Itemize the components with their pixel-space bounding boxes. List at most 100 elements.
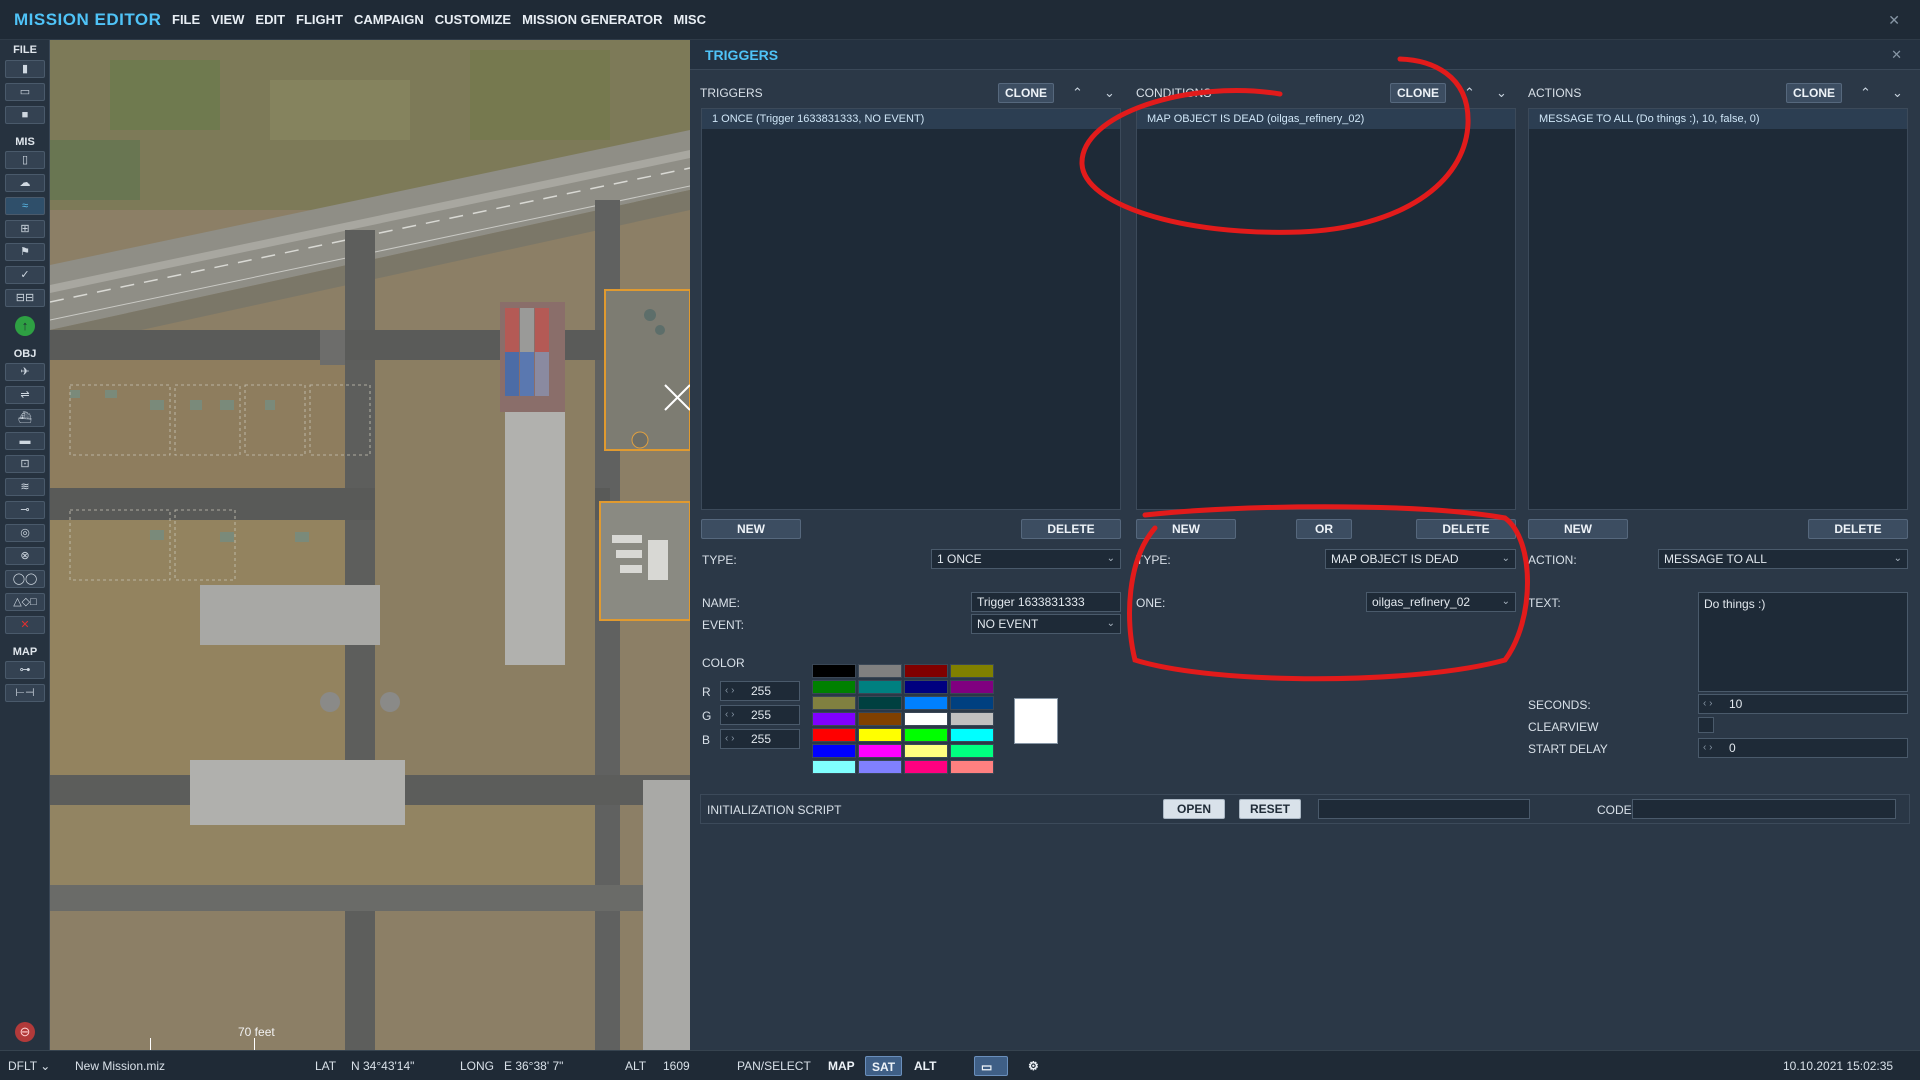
action-text-field[interactable]: Do things :) bbox=[1698, 592, 1908, 692]
menu-mission-generator[interactable]: MISSION GENERATOR bbox=[522, 12, 662, 27]
color-swatch[interactable] bbox=[950, 664, 994, 678]
exit-icon[interactable]: ⊖ bbox=[15, 1022, 35, 1042]
menu-campaign[interactable]: CAMPAIGN bbox=[354, 12, 424, 27]
color-swatch[interactable] bbox=[950, 760, 994, 774]
condition-new-button[interactable]: NEW bbox=[1136, 519, 1236, 539]
color-swatch[interactable] bbox=[812, 696, 856, 710]
trigger-delete-button[interactable]: DELETE bbox=[1021, 519, 1121, 539]
init-script-reset-button[interactable]: RESET bbox=[1239, 799, 1301, 819]
color-swatch[interactable] bbox=[812, 728, 856, 742]
color-swatch[interactable] bbox=[858, 680, 902, 694]
open-mission-icon[interactable]: ▭ bbox=[5, 83, 45, 101]
color-swatch[interactable] bbox=[950, 744, 994, 758]
road-icon[interactable]: ≋ bbox=[5, 478, 45, 496]
list-item[interactable]: 1 ONCE (Trigger 1633831333, NO EVENT) bbox=[702, 109, 1120, 129]
profile-dropdown[interactable]: DFLT ⌄ bbox=[8, 1059, 50, 1073]
condition-delete-button[interactable]: DELETE bbox=[1416, 519, 1516, 539]
trigger-zone-icon[interactable]: ◎ bbox=[5, 524, 45, 542]
window-close-icon[interactable]: ✕ bbox=[1888, 12, 1900, 29]
chain-icon[interactable]: ⊟⊟ bbox=[5, 289, 45, 307]
triggers-clone-button[interactable]: CLONE bbox=[998, 83, 1054, 103]
weather-icon[interactable]: ☁ bbox=[5, 174, 45, 192]
actions-move-up-icon[interactable]: ⌃ bbox=[1860, 85, 1871, 101]
action-new-button[interactable]: NEW bbox=[1528, 519, 1628, 539]
menu-edit[interactable]: EDIT bbox=[255, 12, 285, 27]
action-seconds-stepper[interactable]: ‹ › 10 bbox=[1698, 694, 1908, 714]
color-swatch[interactable] bbox=[904, 664, 948, 678]
nav-point-icon[interactable]: ⊸ bbox=[5, 501, 45, 519]
map-view-button[interactable]: MAP bbox=[822, 1056, 861, 1076]
list-item[interactable]: MESSAGE TO ALL (Do things :), 10, false,… bbox=[1529, 109, 1907, 129]
save-mission-icon[interactable]: ■ bbox=[5, 106, 45, 124]
helicopter-icon[interactable]: ⇌ bbox=[5, 386, 45, 404]
color-swatch[interactable] bbox=[858, 728, 902, 742]
map-view[interactable]: 70 feet bbox=[50, 40, 690, 1050]
briefing-icon[interactable]: ▯ bbox=[5, 151, 45, 169]
menu-view[interactable]: VIEW bbox=[211, 12, 244, 27]
draw-shapes-icon[interactable]: △◇□ bbox=[5, 593, 45, 611]
color-swatch[interactable] bbox=[904, 712, 948, 726]
flag-icon[interactable]: ⚑ bbox=[5, 243, 45, 261]
vehicle-icon[interactable]: ▬ bbox=[5, 432, 45, 450]
color-swatch[interactable] bbox=[858, 760, 902, 774]
init-code-field[interactable] bbox=[1632, 799, 1896, 819]
arrow-up-icon[interactable]: ↑ bbox=[15, 316, 35, 336]
conditions-move-up-icon[interactable]: ⌃ bbox=[1464, 85, 1475, 101]
stepper-arrows-icon[interactable]: ‹ › bbox=[725, 730, 734, 748]
stepper-arrows-icon[interactable]: ‹ › bbox=[725, 682, 734, 700]
check-icon[interactable]: ✓ bbox=[5, 266, 45, 284]
stepper-arrows-icon[interactable]: ‹ › bbox=[1703, 739, 1712, 757]
zone-icon[interactable]: ⊗ bbox=[5, 547, 45, 565]
color-swatch[interactable] bbox=[858, 712, 902, 726]
color-swatch[interactable] bbox=[858, 744, 902, 758]
color-swatch[interactable] bbox=[950, 712, 994, 726]
static-object-icon[interactable]: ⊡ bbox=[5, 455, 45, 473]
menu-customize[interactable]: CUSTOMIZE bbox=[435, 12, 511, 27]
goals-icon[interactable]: ⊞ bbox=[5, 220, 45, 238]
color-swatch[interactable] bbox=[950, 728, 994, 742]
color-swatch[interactable] bbox=[904, 744, 948, 758]
color-swatch[interactable] bbox=[812, 744, 856, 758]
ship-icon[interactable]: ⛴ bbox=[5, 409, 45, 427]
trigger-type-select[interactable]: 1 ONCE ⌄ bbox=[931, 549, 1121, 569]
color-swatch[interactable] bbox=[904, 760, 948, 774]
airplane-icon[interactable]: ✈ bbox=[5, 363, 45, 381]
trigger-event-select[interactable]: NO EVENT ⌄ bbox=[971, 614, 1121, 634]
color-swatch[interactable] bbox=[858, 696, 902, 710]
color-swatch[interactable] bbox=[950, 680, 994, 694]
color-swatch[interactable] bbox=[812, 680, 856, 694]
color-g-stepper[interactable]: ‹ › 255 bbox=[720, 705, 800, 725]
action-delete-button[interactable]: DELETE bbox=[1808, 519, 1908, 539]
triggers-move-up-icon[interactable]: ⌃ bbox=[1072, 85, 1083, 101]
color-swatch[interactable] bbox=[904, 696, 948, 710]
color-swatch[interactable] bbox=[812, 664, 856, 678]
action-type-select[interactable]: MESSAGE TO ALL ⌄ bbox=[1658, 549, 1908, 569]
actions-move-down-icon[interactable]: ⌄ bbox=[1892, 85, 1903, 101]
conditions-clone-button[interactable]: CLONE bbox=[1390, 83, 1446, 103]
altitude-view-button[interactable]: ALT bbox=[908, 1056, 942, 1076]
settings-icon[interactable]: ⚙ bbox=[1022, 1056, 1045, 1076]
ruler-icon[interactable]: ⊢⊣ bbox=[5, 684, 45, 702]
init-script-path-field[interactable] bbox=[1318, 799, 1530, 819]
trigger-new-button[interactable]: NEW bbox=[701, 519, 801, 539]
list-item[interactable]: MAP OBJECT IS DEAD (oilgas_refinery_02) bbox=[1137, 109, 1515, 129]
color-swatch[interactable] bbox=[904, 728, 948, 742]
color-swatch[interactable] bbox=[812, 760, 856, 774]
color-swatch[interactable] bbox=[858, 664, 902, 678]
stepper-arrows-icon[interactable]: ‹ › bbox=[1703, 695, 1712, 713]
condition-or-button[interactable]: OR bbox=[1296, 519, 1352, 539]
menu-misc[interactable]: MISC bbox=[673, 12, 706, 27]
layers-icon[interactable]: ▭ bbox=[974, 1056, 1008, 1076]
color-r-stepper[interactable]: ‹ › 255 bbox=[720, 681, 800, 701]
delete-object-icon[interactable]: ✕ bbox=[5, 616, 45, 634]
condition-type-select[interactable]: MAP OBJECT IS DEAD ⌄ bbox=[1325, 549, 1516, 569]
color-swatch[interactable] bbox=[950, 696, 994, 710]
color-b-stepper[interactable]: ‹ › 255 bbox=[720, 729, 800, 749]
action-start-delay-stepper[interactable]: ‹ › 0 bbox=[1698, 738, 1908, 758]
triggers-icon[interactable]: ≈ bbox=[5, 197, 45, 215]
condition-zone-select[interactable]: oilgas_refinery_02 ⌄ bbox=[1366, 592, 1516, 612]
menu-flight[interactable]: FLIGHT bbox=[296, 12, 343, 27]
menu-file[interactable]: FILE bbox=[172, 12, 200, 27]
clearview-checkbox[interactable] bbox=[1698, 717, 1714, 733]
satellite-view-button[interactable]: SAT bbox=[865, 1056, 903, 1076]
